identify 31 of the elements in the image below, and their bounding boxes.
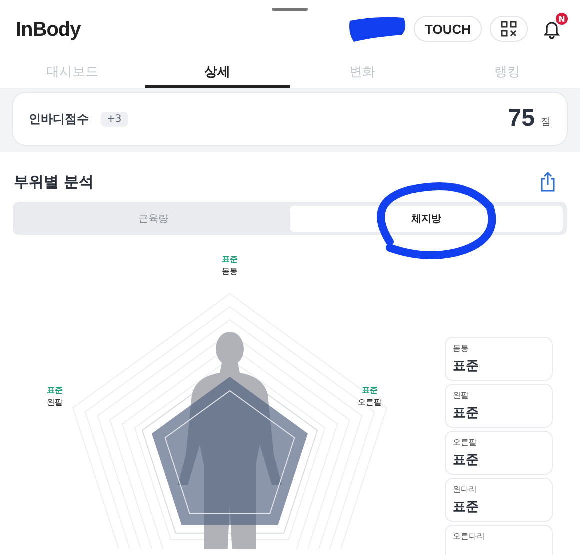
status-label: 표준 [362, 385, 378, 396]
tab[interactable]: 변화 [290, 58, 435, 88]
card-part-label: 몸통 [453, 343, 470, 354]
card-part-label: 오른다리 [453, 531, 486, 542]
tab[interactable]: 대시보드 [0, 58, 145, 88]
body-part-label: 오른팔 [358, 397, 382, 408]
share-icon[interactable] [540, 172, 556, 192]
score-unit: 점 [541, 116, 551, 129]
score-label: 인바디점수 [29, 110, 89, 128]
body-part-label: 왼팔 [47, 397, 63, 408]
card-part-label: 오른팔 [453, 437, 478, 448]
app-logo: InBody [16, 18, 81, 42]
card-status: 표준 [453, 358, 480, 375]
qr-code-button[interactable] [490, 16, 528, 42]
card-status: 표준 [453, 499, 480, 516]
tab[interactable]: 랭킹 [435, 58, 580, 88]
status-label: 표준 [222, 254, 238, 265]
notification-badge: N [556, 13, 568, 25]
section-title: 부위별 분석 [14, 172, 94, 192]
touch-button[interactable]: TOUCH [414, 16, 482, 42]
body-part-label: 몸통 [222, 266, 238, 277]
segment-tab[interactable]: 근육량 [17, 206, 290, 232]
card-status: 표준 [453, 405, 480, 422]
qr-code-icon [501, 21, 517, 37]
card-part-label: 왼팔 [453, 390, 470, 401]
card-status: 표준 [453, 452, 480, 469]
segment-tab[interactable]: 체지방 [290, 206, 563, 232]
status-label: 표준 [47, 385, 63, 396]
card-part-label: 왼다리 [453, 484, 478, 495]
score-value: 75 [508, 105, 535, 133]
score-change-badge: +3 [101, 112, 128, 126]
